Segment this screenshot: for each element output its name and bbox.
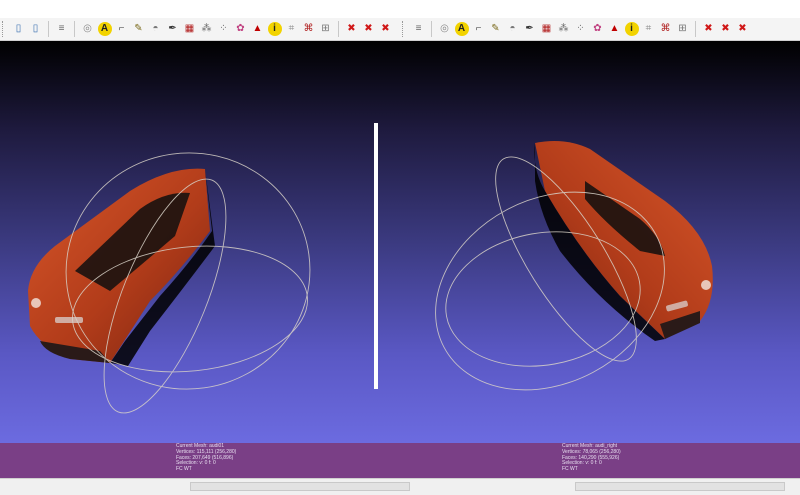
annotation-a-icon[interactable]: A bbox=[454, 22, 469, 36]
texture-icon[interactable]: ▦ bbox=[183, 22, 197, 36]
bottom-status-bar bbox=[0, 478, 800, 495]
select-faces-icon[interactable]: ⁘ bbox=[217, 22, 231, 36]
info-status-band: Current Mesh: audi01 Vertices: 115,111 (… bbox=[0, 443, 800, 478]
toolbar-right-pane: ≡ ◎ A ⌐ ✎ ◓ ✒ ▦ ⁂ ⁘ ✿ ▲ i ⌗ ⌘ ⊞ ✖ ✖ ✖ bbox=[400, 18, 800, 41]
bucket-icon[interactable]: ◓ bbox=[506, 22, 520, 36]
info-icon[interactable]: i bbox=[624, 22, 639, 36]
cone-icon[interactable]: ▲ bbox=[608, 22, 622, 36]
delete-vertices-icon[interactable]: ✖ bbox=[345, 22, 359, 36]
toolbar-separator bbox=[431, 21, 432, 37]
left-vc: FC WT bbox=[176, 466, 192, 473]
right-vc: FC WT bbox=[562, 466, 578, 473]
edit-paint-icon[interactable]: ⌘ bbox=[302, 22, 316, 36]
select-vertices-icon[interactable]: ⁂ bbox=[557, 22, 571, 36]
window-top-strip bbox=[0, 0, 800, 18]
3d-viewport[interactable] bbox=[0, 41, 800, 443]
palette-icon[interactable]: ✿ bbox=[234, 22, 248, 36]
scene-canvas[interactable] bbox=[0, 41, 800, 443]
stack-icon[interactable]: ≡ bbox=[55, 22, 69, 36]
pen-icon[interactable]: ✒ bbox=[166, 22, 180, 36]
pane-divider[interactable] bbox=[374, 123, 378, 389]
sphere-icon[interactable]: ◎ bbox=[81, 22, 95, 36]
toolbar-grip[interactable] bbox=[402, 21, 406, 37]
toolbar-grip[interactable] bbox=[2, 21, 6, 37]
view-mode-icon-b[interactable]: ▯ bbox=[29, 22, 43, 36]
toolbar-separator bbox=[338, 21, 339, 37]
select-faces-icon[interactable]: ⁘ bbox=[574, 22, 588, 36]
select-vertices-icon[interactable]: ⁂ bbox=[200, 22, 214, 36]
palette-icon[interactable]: ✿ bbox=[591, 22, 605, 36]
align-icon[interactable]: ⊞ bbox=[676, 22, 690, 36]
delete-faces-icon[interactable]: ✖ bbox=[719, 22, 733, 36]
info-icon[interactable]: i bbox=[267, 22, 282, 36]
toolbar-separator bbox=[74, 21, 75, 37]
measure-icon[interactable]: ⌗ bbox=[642, 22, 656, 36]
toolbar-separator bbox=[695, 21, 696, 37]
annotation-a-icon[interactable]: A bbox=[97, 22, 112, 36]
align-icon[interactable]: ⊞ bbox=[319, 22, 333, 36]
delete-all-icon[interactable]: ✖ bbox=[736, 22, 750, 36]
delete-all-icon[interactable]: ✖ bbox=[379, 22, 393, 36]
brush-icon[interactable]: ✎ bbox=[132, 22, 146, 36]
cone-icon[interactable]: ▲ bbox=[251, 22, 265, 36]
toolbar-separator bbox=[48, 21, 49, 37]
delete-faces-icon[interactable]: ✖ bbox=[362, 22, 376, 36]
toolbar-left-pane: ▯ ▯ ≡ ◎ A ⌐ ✎ ◓ ✒ ▦ ⁂ ⁘ ✿ ▲ i ⌗ ⌘ ⊞ ✖ ✖ ✖ bbox=[0, 18, 400, 41]
pick-tool-icon[interactable]: ⌐ bbox=[472, 22, 486, 36]
left-mesh-car[interactable] bbox=[28, 168, 215, 366]
bucket-icon[interactable]: ◓ bbox=[149, 22, 163, 36]
measure-icon[interactable]: ⌗ bbox=[285, 22, 299, 36]
view-mode-icon-a[interactable]: ▯ bbox=[12, 22, 26, 36]
right-mesh-info: Current Mesh: audi_right Vertices: 78,06… bbox=[562, 443, 621, 473]
horizontal-scrollbar-left[interactable] bbox=[190, 482, 410, 491]
horizontal-scrollbar-right[interactable] bbox=[575, 482, 785, 491]
brush-icon[interactable]: ✎ bbox=[489, 22, 503, 36]
edit-paint-icon[interactable]: ⌘ bbox=[659, 22, 673, 36]
sphere-icon[interactable]: ◎ bbox=[438, 22, 452, 36]
left-mesh-info: Current Mesh: audi01 Vertices: 115,111 (… bbox=[176, 443, 236, 473]
delete-vertices-icon[interactable]: ✖ bbox=[702, 22, 716, 36]
texture-icon[interactable]: ▦ bbox=[540, 22, 554, 36]
pick-tool-icon[interactable]: ⌐ bbox=[115, 22, 129, 36]
pen-icon[interactable]: ✒ bbox=[523, 22, 537, 36]
right-mesh-car[interactable] bbox=[534, 141, 713, 341]
layers-icon[interactable]: ≡ bbox=[412, 22, 426, 36]
